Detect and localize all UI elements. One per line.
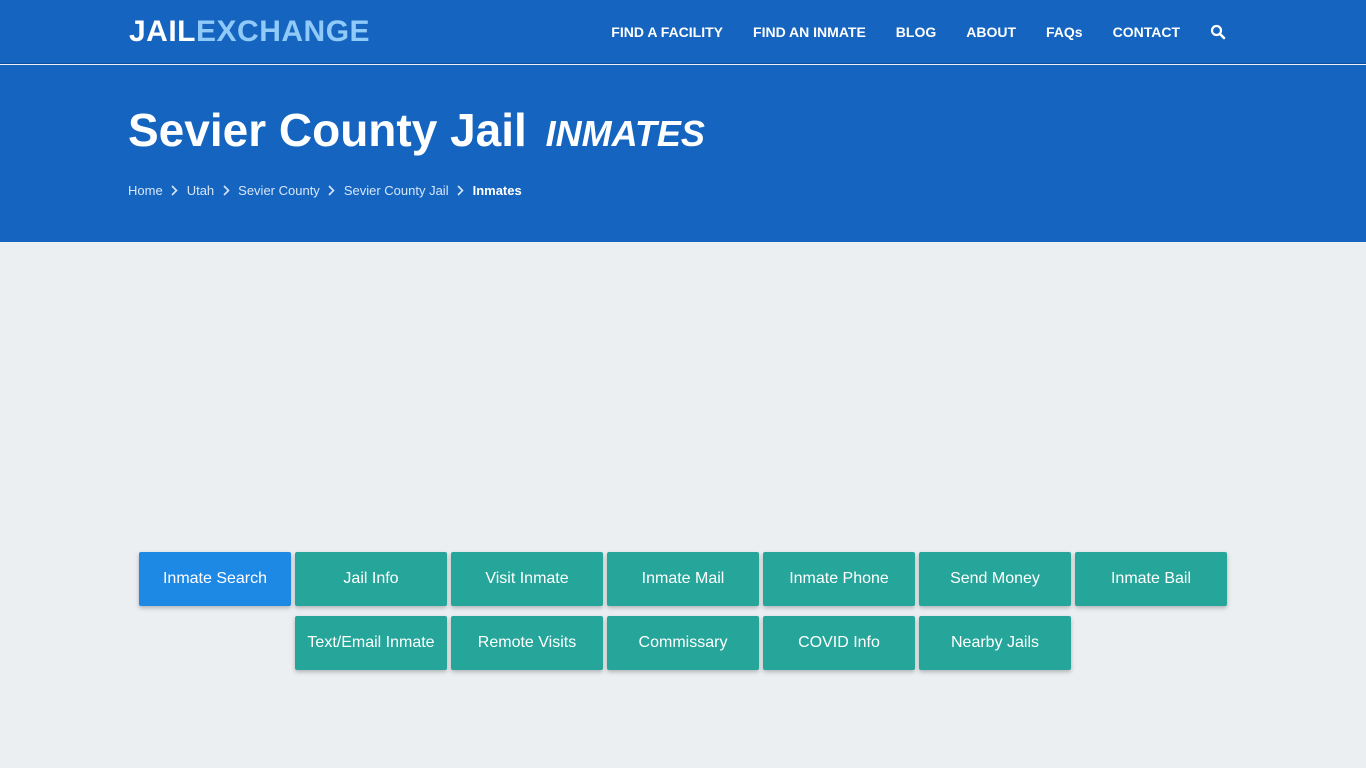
inmate-mail-button[interactable]: Inmate Mail [607, 552, 759, 606]
top-navbar: JAILEXCHANGE FIND A FACILITY FIND AN INM… [0, 0, 1366, 64]
search-icon[interactable] [1210, 24, 1226, 40]
nav-contact[interactable]: CONTACT [1113, 24, 1180, 40]
chevron-right-icon [320, 184, 344, 196]
logo-part-exchange: EXCHANGE [196, 15, 371, 48]
jail-info-button[interactable]: Jail Info [295, 552, 447, 606]
nav-faqs[interactable]: FAQs [1046, 24, 1083, 40]
nav-blog[interactable]: BLOG [896, 24, 936, 40]
inmate-search-button[interactable]: Inmate Search [139, 552, 291, 606]
covid-info-button[interactable]: COVID Info [763, 616, 915, 670]
page-title: Sevier County Jail INMATES [128, 102, 705, 162]
text-email-inmate-button[interactable]: Text/Email Inmate [295, 616, 447, 670]
send-money-button[interactable]: Send Money [919, 552, 1071, 606]
breadcrumb-state[interactable]: Utah [187, 183, 214, 198]
logo-part-jail: JAIL [129, 15, 197, 48]
chevron-right-icon [449, 184, 473, 196]
chevron-right-icon [163, 184, 187, 196]
breadcrumb-facility[interactable]: Sevier County Jail [344, 183, 449, 198]
commissary-button[interactable]: Commissary [607, 616, 759, 670]
breadcrumb-current: Inmates [472, 182, 522, 198]
nav-find-facility[interactable]: FIND A FACILITY [611, 24, 723, 40]
remote-visits-button[interactable]: Remote Visits [451, 616, 603, 670]
chevron-right-icon [214, 184, 238, 196]
inmate-bail-button[interactable]: Inmate Bail [1075, 552, 1227, 606]
button-row-1: Inmate Search Jail Info Visit Inmate Inm… [139, 552, 1227, 606]
inmate-phone-button[interactable]: Inmate Phone [763, 552, 915, 606]
visit-inmate-button[interactable]: Visit Inmate [451, 552, 603, 606]
main-nav: FIND A FACILITY FIND AN INMATE BLOG ABOU… [611, 0, 1226, 64]
breadcrumb-county[interactable]: Sevier County [238, 183, 320, 198]
nav-about[interactable]: ABOUT [966, 24, 1016, 40]
page-title-main: Sevier County Jail [128, 104, 527, 156]
breadcrumb-home[interactable]: Home [128, 183, 163, 198]
facility-action-buttons: Inmate Search Jail Info Visit Inmate Inm… [0, 552, 1366, 670]
page-header: Sevier County Jail INMATES Home Utah Sev… [0, 65, 1366, 242]
breadcrumb: Home Utah Sevier County Sevier County Ja… [128, 181, 522, 199]
site-logo[interactable]: JAILEXCHANGE [129, 14, 370, 50]
page-title-subtitle: INMATES [545, 113, 705, 154]
button-row-2: Text/Email Inmate Remote Visits Commissa… [295, 616, 1071, 670]
nav-find-inmate[interactable]: FIND AN INMATE [753, 24, 866, 40]
nearby-jails-button[interactable]: Nearby Jails [919, 616, 1071, 670]
